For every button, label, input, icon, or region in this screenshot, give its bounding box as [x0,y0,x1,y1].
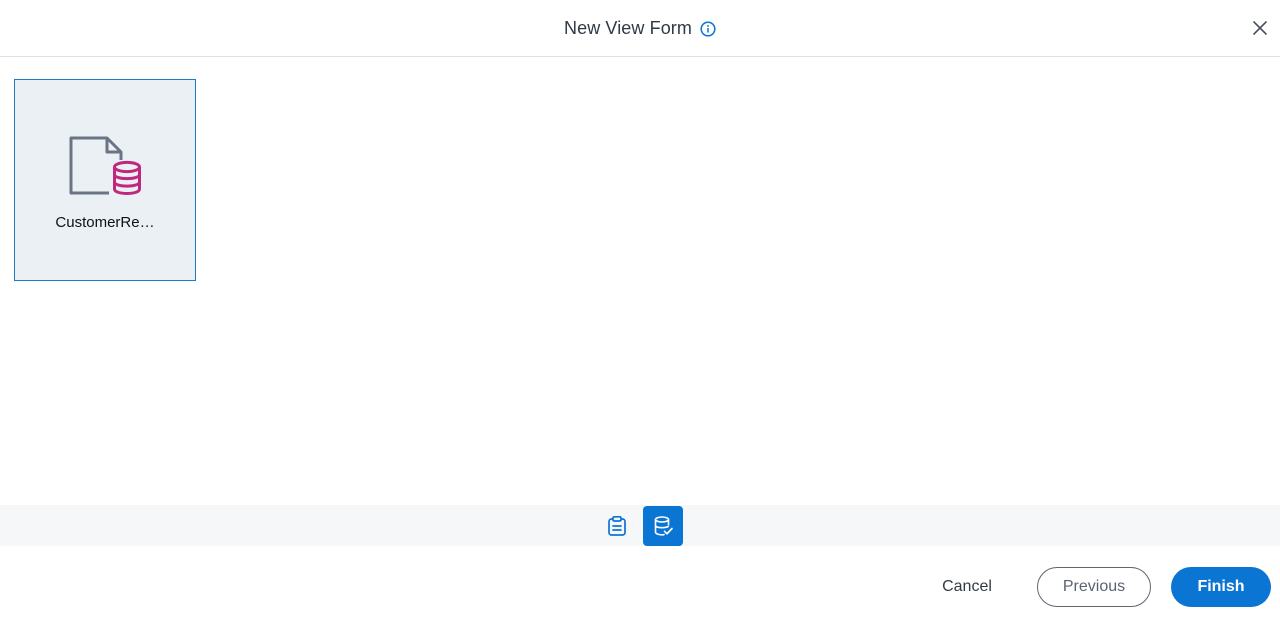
tile-label: CustomerRe… [55,214,155,231]
step-bar [0,505,1280,546]
form-database-icon [69,136,145,197]
step-data-source[interactable] [643,505,683,546]
close-icon [1253,21,1267,35]
cancel-button[interactable]: Cancel [927,567,1007,607]
title-wrap: New View Form [0,0,1280,56]
clipboard-icon [608,515,626,536]
dialog-footer: Cancel Previous Finish [0,546,1280,622]
database-check-icon [654,515,673,536]
close-button[interactable] [1248,16,1272,40]
previous-button[interactable]: Previous [1037,567,1151,607]
info-icon[interactable] [700,20,716,37]
dialog-header: New View Form [0,0,1280,57]
form-tile[interactable]: CustomerRe… [14,79,196,281]
content-area: CustomerRe… [0,58,1280,505]
new-view-form-dialog: New View Form CustomerRe… Cancel Previou… [0,0,1280,622]
step-form-details[interactable] [597,506,637,546]
finish-button[interactable]: Finish [1171,567,1271,607]
dialog-title: New View Form [564,17,692,38]
